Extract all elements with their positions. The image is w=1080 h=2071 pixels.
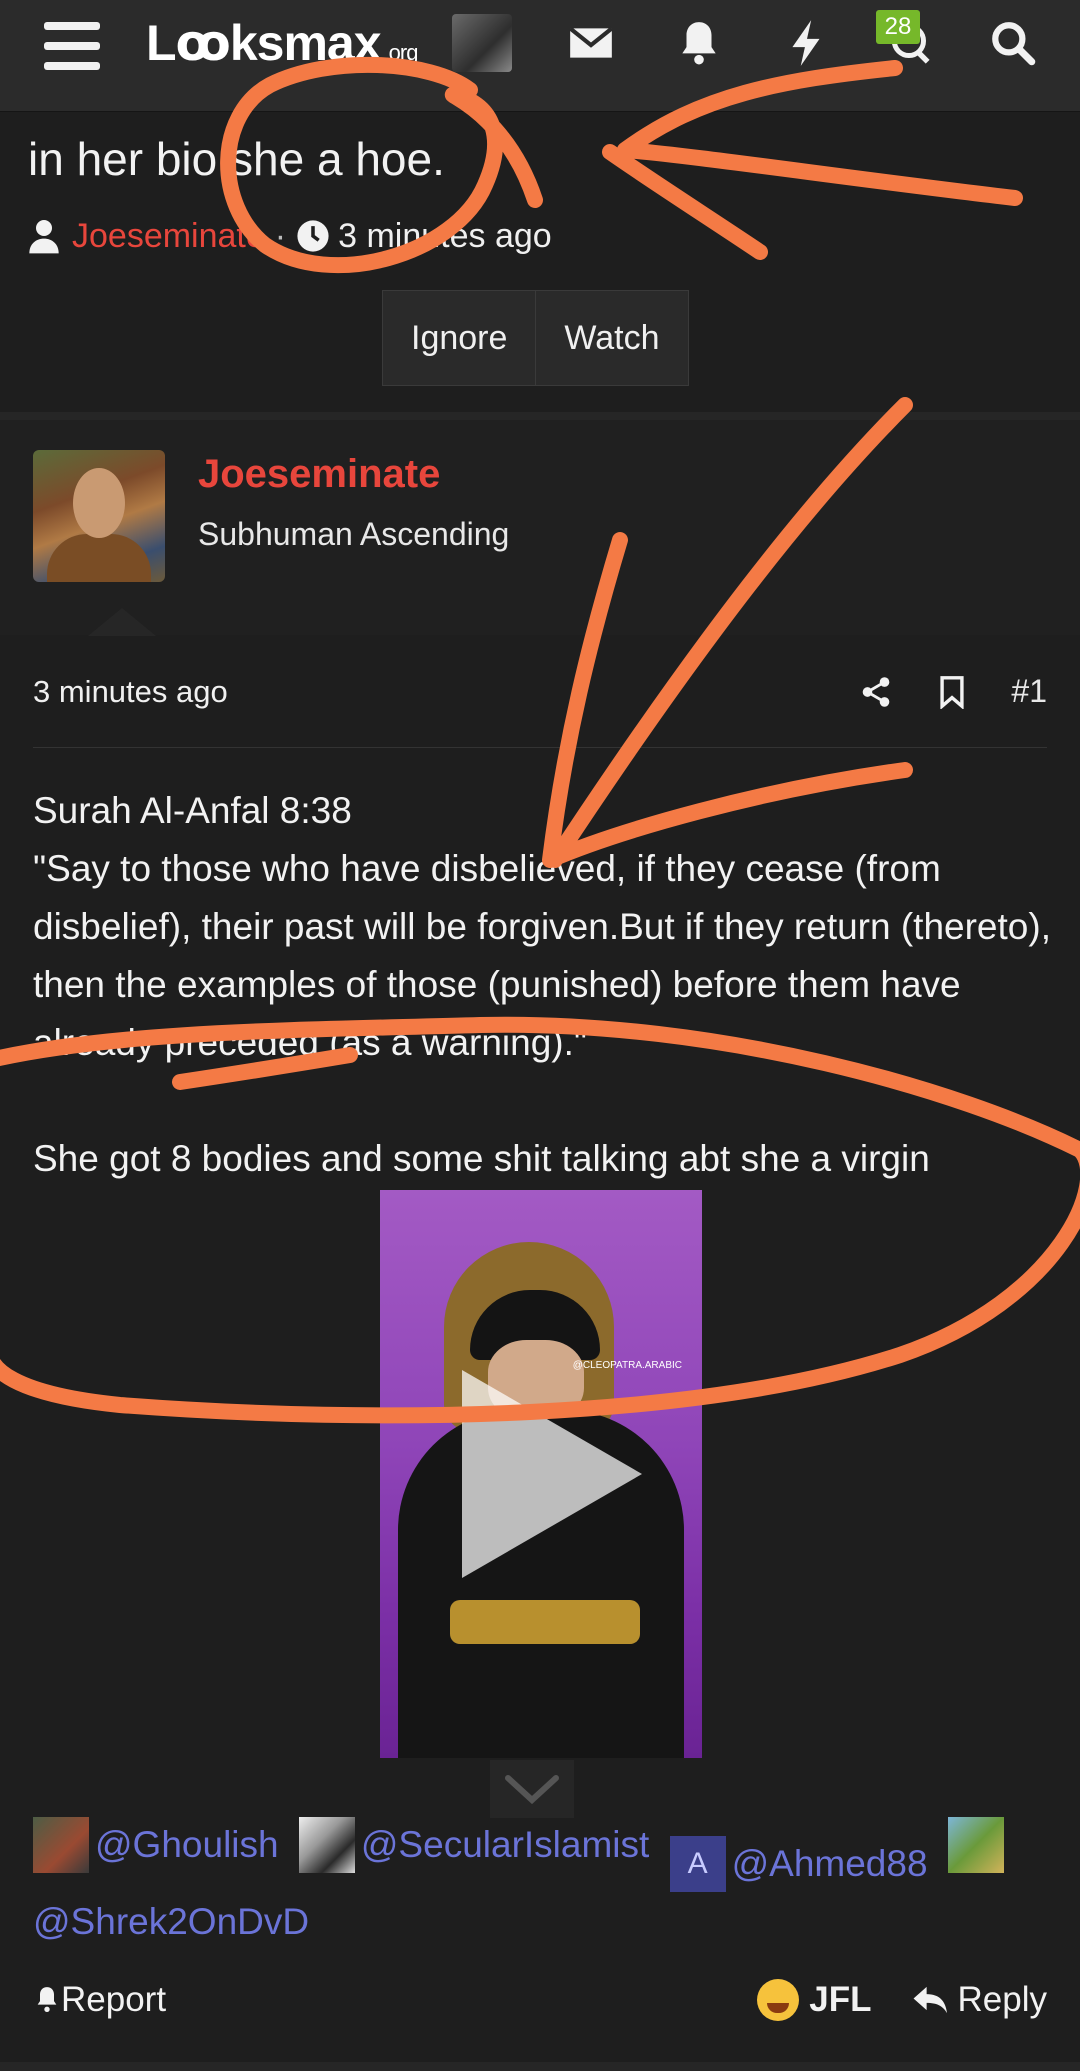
thread-time[interactable]: 3 minutes ago [338,217,552,256]
report-label: Report [61,1980,167,2019]
site-logo[interactable]: Lꝏksmax .org [146,14,419,72]
post-author-name[interactable]: Joeseminate [198,452,440,497]
embedded-video[interactable]: @CLEOPATRA.ARABIC [380,1190,702,1758]
mention-avatar: A [669,1836,726,1892]
logo-suffix: .org [383,40,419,65]
post-actions: #1 [859,673,1047,710]
mention-text: @Ghoulish [95,1824,279,1865]
mention-avatar [947,1817,1004,1873]
logo-text: Lꝏksmax [146,15,382,71]
meta-separator: · [274,216,287,255]
reaction-label: JFL [809,1980,872,2019]
post-user-block: Joeseminate Subhuman Ascending [0,420,1080,636]
post-comment: She got 8 bodies and some shit talking a… [33,1138,930,1179]
expand-chevron-icon[interactable] [490,1760,574,1818]
post-footer: Report JFL Reply [33,1970,1047,2030]
ignore-button[interactable]: Ignore [383,291,536,385]
top-nav-bar: Lꝏksmax .org 28 [0,0,1080,112]
mention-link[interactable]: @Shrek2OnDvD [33,1893,309,1951]
thread-author-link[interactable]: Joeseminate [72,217,265,256]
post-body: Surah Al-Anfal 8:38 "Say to those who ha… [33,782,1053,1188]
mentions-list: @Ghoulish @SecularIslamist A @Ahmed88 @Sh… [33,1816,1053,1951]
user-icon [29,220,59,254]
bookmark-icon[interactable] [937,675,967,709]
play-icon[interactable] [462,1370,642,1578]
bell-icon[interactable] [674,18,724,68]
menu-icon[interactable] [44,22,100,70]
footer-actions: JFL Reply [717,1979,1047,2021]
alerts-count-badge: 28 [876,10,920,44]
bolt-icon[interactable] [782,18,832,68]
mention-link[interactable]: @SecularIslamist [298,1816,650,1874]
mention-link[interactable] [947,1817,1010,1873]
thread-meta: Joeseminate · 3 minutes ago [28,214,552,258]
thread-title: in her bio she a hoe. [28,133,445,185]
mention-text: @SecularIslamist [360,1824,650,1865]
user-block-pointer [88,608,156,636]
report-button[interactable]: Report [33,1980,166,2020]
bell-icon [37,1987,57,2013]
watch-button[interactable]: Watch [535,291,688,385]
post-author-title: Subhuman Ascending [198,516,510,552]
post-verse-quote: "Say to those who have disbelieved, if t… [33,848,1062,1063]
thread-action-buttons: Ignore Watch [382,290,689,386]
next-post-edge [0,2062,1080,2071]
post-header: 3 minutes ago #1 [33,636,1047,748]
laughing-emoji-icon [757,1979,800,2021]
reaction-button[interactable]: JFL [757,1979,872,2021]
mention-text: @Shrek2OnDvD [33,1901,310,1942]
account-avatar[interactable] [452,14,512,72]
reply-label: Reply [957,1980,1047,2019]
section-divider [0,412,1080,420]
mention-link[interactable]: @Ghoulish [33,1816,279,1874]
mention-avatar [33,1817,89,1873]
post-number[interactable]: #1 [1011,673,1047,710]
share-icon[interactable] [859,675,893,709]
search-icon[interactable] [988,18,1038,68]
mention-text: @Ahmed88 [731,1843,928,1884]
clock-icon [297,220,329,252]
reply-arrow-icon [913,1986,947,2014]
post-time[interactable]: 3 minutes ago [33,674,228,710]
mention-avatar [298,1817,355,1873]
post-author-avatar[interactable] [33,450,165,582]
reply-button[interactable]: Reply [912,1980,1047,2020]
post-verse-reference: Surah Al-Anfal 8:38 [33,790,352,831]
mention-link[interactable]: A @Ahmed88 [669,1835,928,1893]
envelope-icon[interactable] [566,18,616,68]
